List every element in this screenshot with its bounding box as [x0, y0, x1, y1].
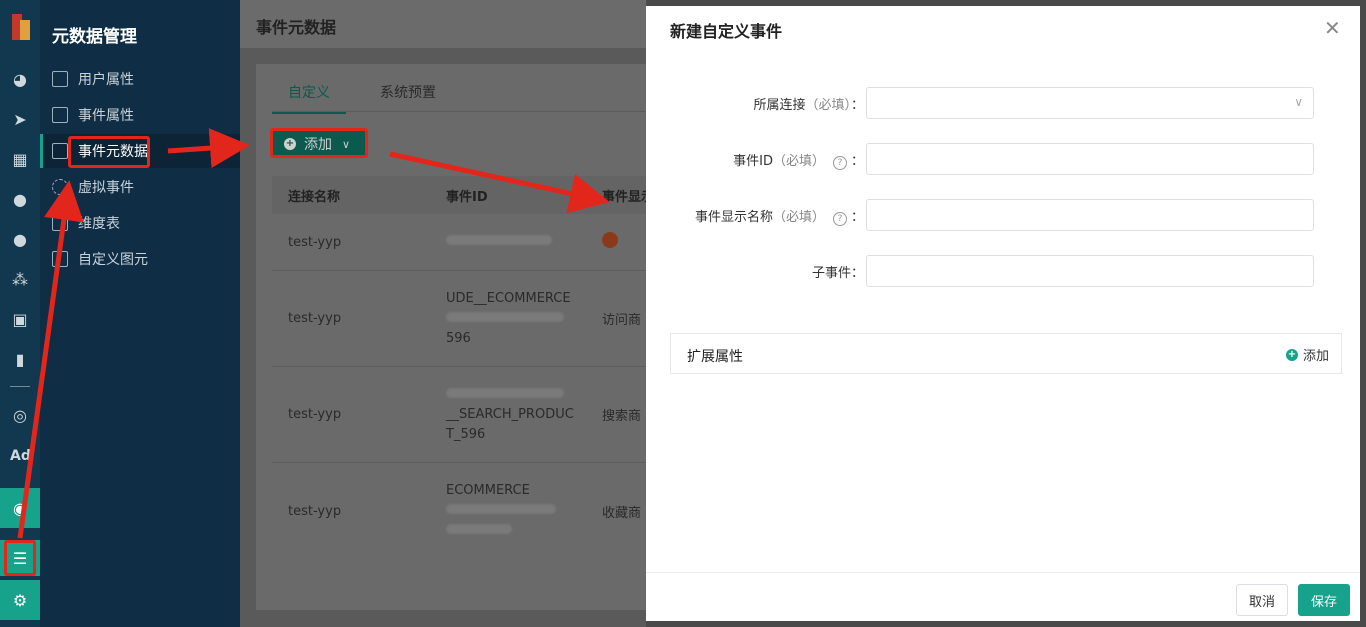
- display-name-input[interactable]: [866, 199, 1314, 231]
- display-name-label: 事件显示名称（必填）?：: [694, 210, 864, 226]
- tab-bar: 自定义 系统预置: [272, 78, 470, 114]
- column-header: 事件ID: [446, 189, 488, 205]
- add-attribute-button[interactable]: + 添加: [1285, 345, 1329, 364]
- event-id-row: 事件ID（必填）?：: [646, 143, 1360, 175]
- user-icon[interactable]: ●: [0, 184, 40, 214]
- conn-cell: test-yyp: [288, 311, 342, 326]
- document-icon: [52, 71, 68, 87]
- display-cell: [586, 232, 618, 252]
- id-cell: ECOMMERCE: [430, 481, 586, 541]
- event-id-label: 事件ID（必填）?：: [733, 154, 864, 170]
- cancel-button[interactable]: 取消: [1236, 584, 1288, 616]
- dashboard-icon[interactable]: ◕: [0, 64, 40, 94]
- id-cell: __SEARCH_PRODUC T_596: [430, 385, 586, 445]
- extended-attributes-panel: 扩展属性 + 添加: [670, 333, 1342, 374]
- target-icon[interactable]: ◉: [0, 488, 40, 528]
- sidebar-item-label: 维度表: [78, 216, 120, 232]
- sub-event-row: 子事件：: [646, 255, 1360, 287]
- chevron-down-icon: ∨: [1294, 95, 1303, 109]
- display-cell: 访问商: [602, 313, 642, 328]
- help-icon[interactable]: ?: [832, 156, 847, 170]
- display-cell: 收藏商: [602, 505, 642, 521]
- bar-chart-icon[interactable]: ▮: [0, 344, 40, 374]
- table-row[interactable]: test-yyp ECOMMERCE 收藏商: [272, 463, 656, 559]
- sidebar-item-dimension-table[interactable]: 维度表: [40, 206, 240, 240]
- id-cell: UDE__ECOMMERCE 596: [430, 289, 586, 349]
- icon-rail: ◕ ➤ ▦ ● ● ⁂ ▣ ▮ ◎ Ad ◉ ☰ ⚙: [0, 0, 40, 627]
- id-line: __SEARCH_PRODUC: [446, 406, 574, 422]
- extended-attributes-label: 扩展属性: [687, 349, 743, 365]
- menu-title: 元数据管理: [52, 27, 137, 47]
- table-icon: [52, 143, 68, 159]
- sidebar-item-event-attrs[interactable]: 事件属性: [40, 98, 240, 132]
- display-name-row: 事件显示名称（必填）?：: [646, 199, 1360, 231]
- sidebar-item-label: 用户属性: [78, 72, 134, 88]
- clipboard-icon: [52, 107, 68, 123]
- cluster-icon[interactable]: ⁂: [0, 264, 40, 294]
- users-icon[interactable]: ●: [0, 224, 40, 254]
- table-header: 连接名称 事件ID 事件显示: [272, 176, 656, 214]
- logo: [8, 12, 32, 42]
- dimension-icon: [52, 215, 68, 231]
- shapes-icon: [52, 251, 68, 267]
- sidebar-item-label: 事件属性: [78, 108, 134, 124]
- devil-emoji-icon: [602, 232, 618, 248]
- id-cell: [430, 232, 586, 252]
- table-row[interactable]: test-yyp: [272, 214, 656, 271]
- help-icon[interactable]: ?: [832, 212, 847, 226]
- connection-row: 所属连接（必填）： ∨: [646, 87, 1360, 119]
- close-icon[interactable]: ✕: [1324, 16, 1341, 40]
- conn-cell: test-yyp: [288, 234, 342, 250]
- sidebar-item-virtual-events[interactable]: 虚拟事件: [40, 170, 240, 204]
- send-icon[interactable]: ➤: [0, 104, 40, 134]
- sidebar-item-label: 虚拟事件: [78, 180, 134, 196]
- new-event-drawer: 新建自定义事件 ✕ 所属连接（必填）： ∨ 事件ID（必填）?： 事件显示名称（…: [646, 6, 1360, 621]
- table-row[interactable]: test-yyp __SEARCH_PRODUC T_596 搜索商: [272, 367, 656, 463]
- sidebar-item-user-attrs[interactable]: 用户属性: [40, 62, 240, 96]
- column-header: 连接名称: [288, 189, 341, 205]
- sub-event-label: 子事件：: [811, 266, 864, 281]
- save-button[interactable]: 保存: [1298, 584, 1350, 616]
- add-attribute-label: 添加: [1302, 349, 1329, 364]
- bookmark-icon[interactable]: ▣: [0, 304, 40, 334]
- id-line: UDE__ECOMMERCE: [446, 290, 571, 306]
- annotation-box: [68, 136, 150, 168]
- connection-select[interactable]: ∨: [866, 87, 1314, 119]
- virtual-icon: [52, 179, 68, 195]
- main-content: 事件元数据 自定义 系统预置 + 添加 ∨ 连接名称 事件ID 事件显示 tes…: [240, 0, 656, 627]
- wechat-icon[interactable]: ◎: [0, 400, 40, 430]
- sidebar-item-label: 自定义图元: [78, 252, 148, 268]
- column-header: 事件显示: [602, 189, 655, 205]
- gear-icon[interactable]: ⚙: [0, 580, 40, 620]
- table-row[interactable]: test-yyp UDE__ECOMMERCE 596 访问商: [272, 271, 656, 367]
- plus-icon: +: [1285, 348, 1298, 361]
- drawer-title: 新建自定义事件: [670, 22, 783, 41]
- annotation-box: [270, 128, 368, 158]
- conn-cell: test-yyp: [288, 407, 342, 422]
- page-header: 事件元数据: [240, 0, 646, 48]
- tab-custom[interactable]: 自定义: [272, 78, 346, 114]
- sub-event-input[interactable]: [866, 255, 1314, 287]
- sidebar-item-custom-shapes[interactable]: 自定义图元: [40, 242, 240, 276]
- id-line: ECOMMERCE: [446, 483, 530, 498]
- page-title: 事件元数据: [256, 18, 337, 37]
- events-table: 连接名称 事件ID 事件显示 test-yyp test-yyp UDE__EC…: [272, 176, 656, 559]
- annotation-box: [4, 540, 36, 576]
- conn-cell: test-yyp: [288, 503, 342, 519]
- tab-system-preset[interactable]: 系统预置: [364, 78, 452, 114]
- display-cell: 搜索商: [602, 409, 642, 424]
- layout-icon[interactable]: ▦: [0, 144, 40, 174]
- id-line: T_596: [446, 426, 486, 442]
- event-id-input[interactable]: [866, 143, 1314, 175]
- id-line: 596: [446, 330, 471, 346]
- ad-text[interactable]: Ad: [10, 448, 31, 464]
- connection-label: 所属连接（必填）：: [753, 98, 864, 113]
- secondary-menu: 元数据管理 用户属性 事件属性 事件元数据 虚拟事件 维度表 自定义图元: [40, 0, 240, 627]
- drawer-footer: 取消 保存: [646, 572, 1360, 621]
